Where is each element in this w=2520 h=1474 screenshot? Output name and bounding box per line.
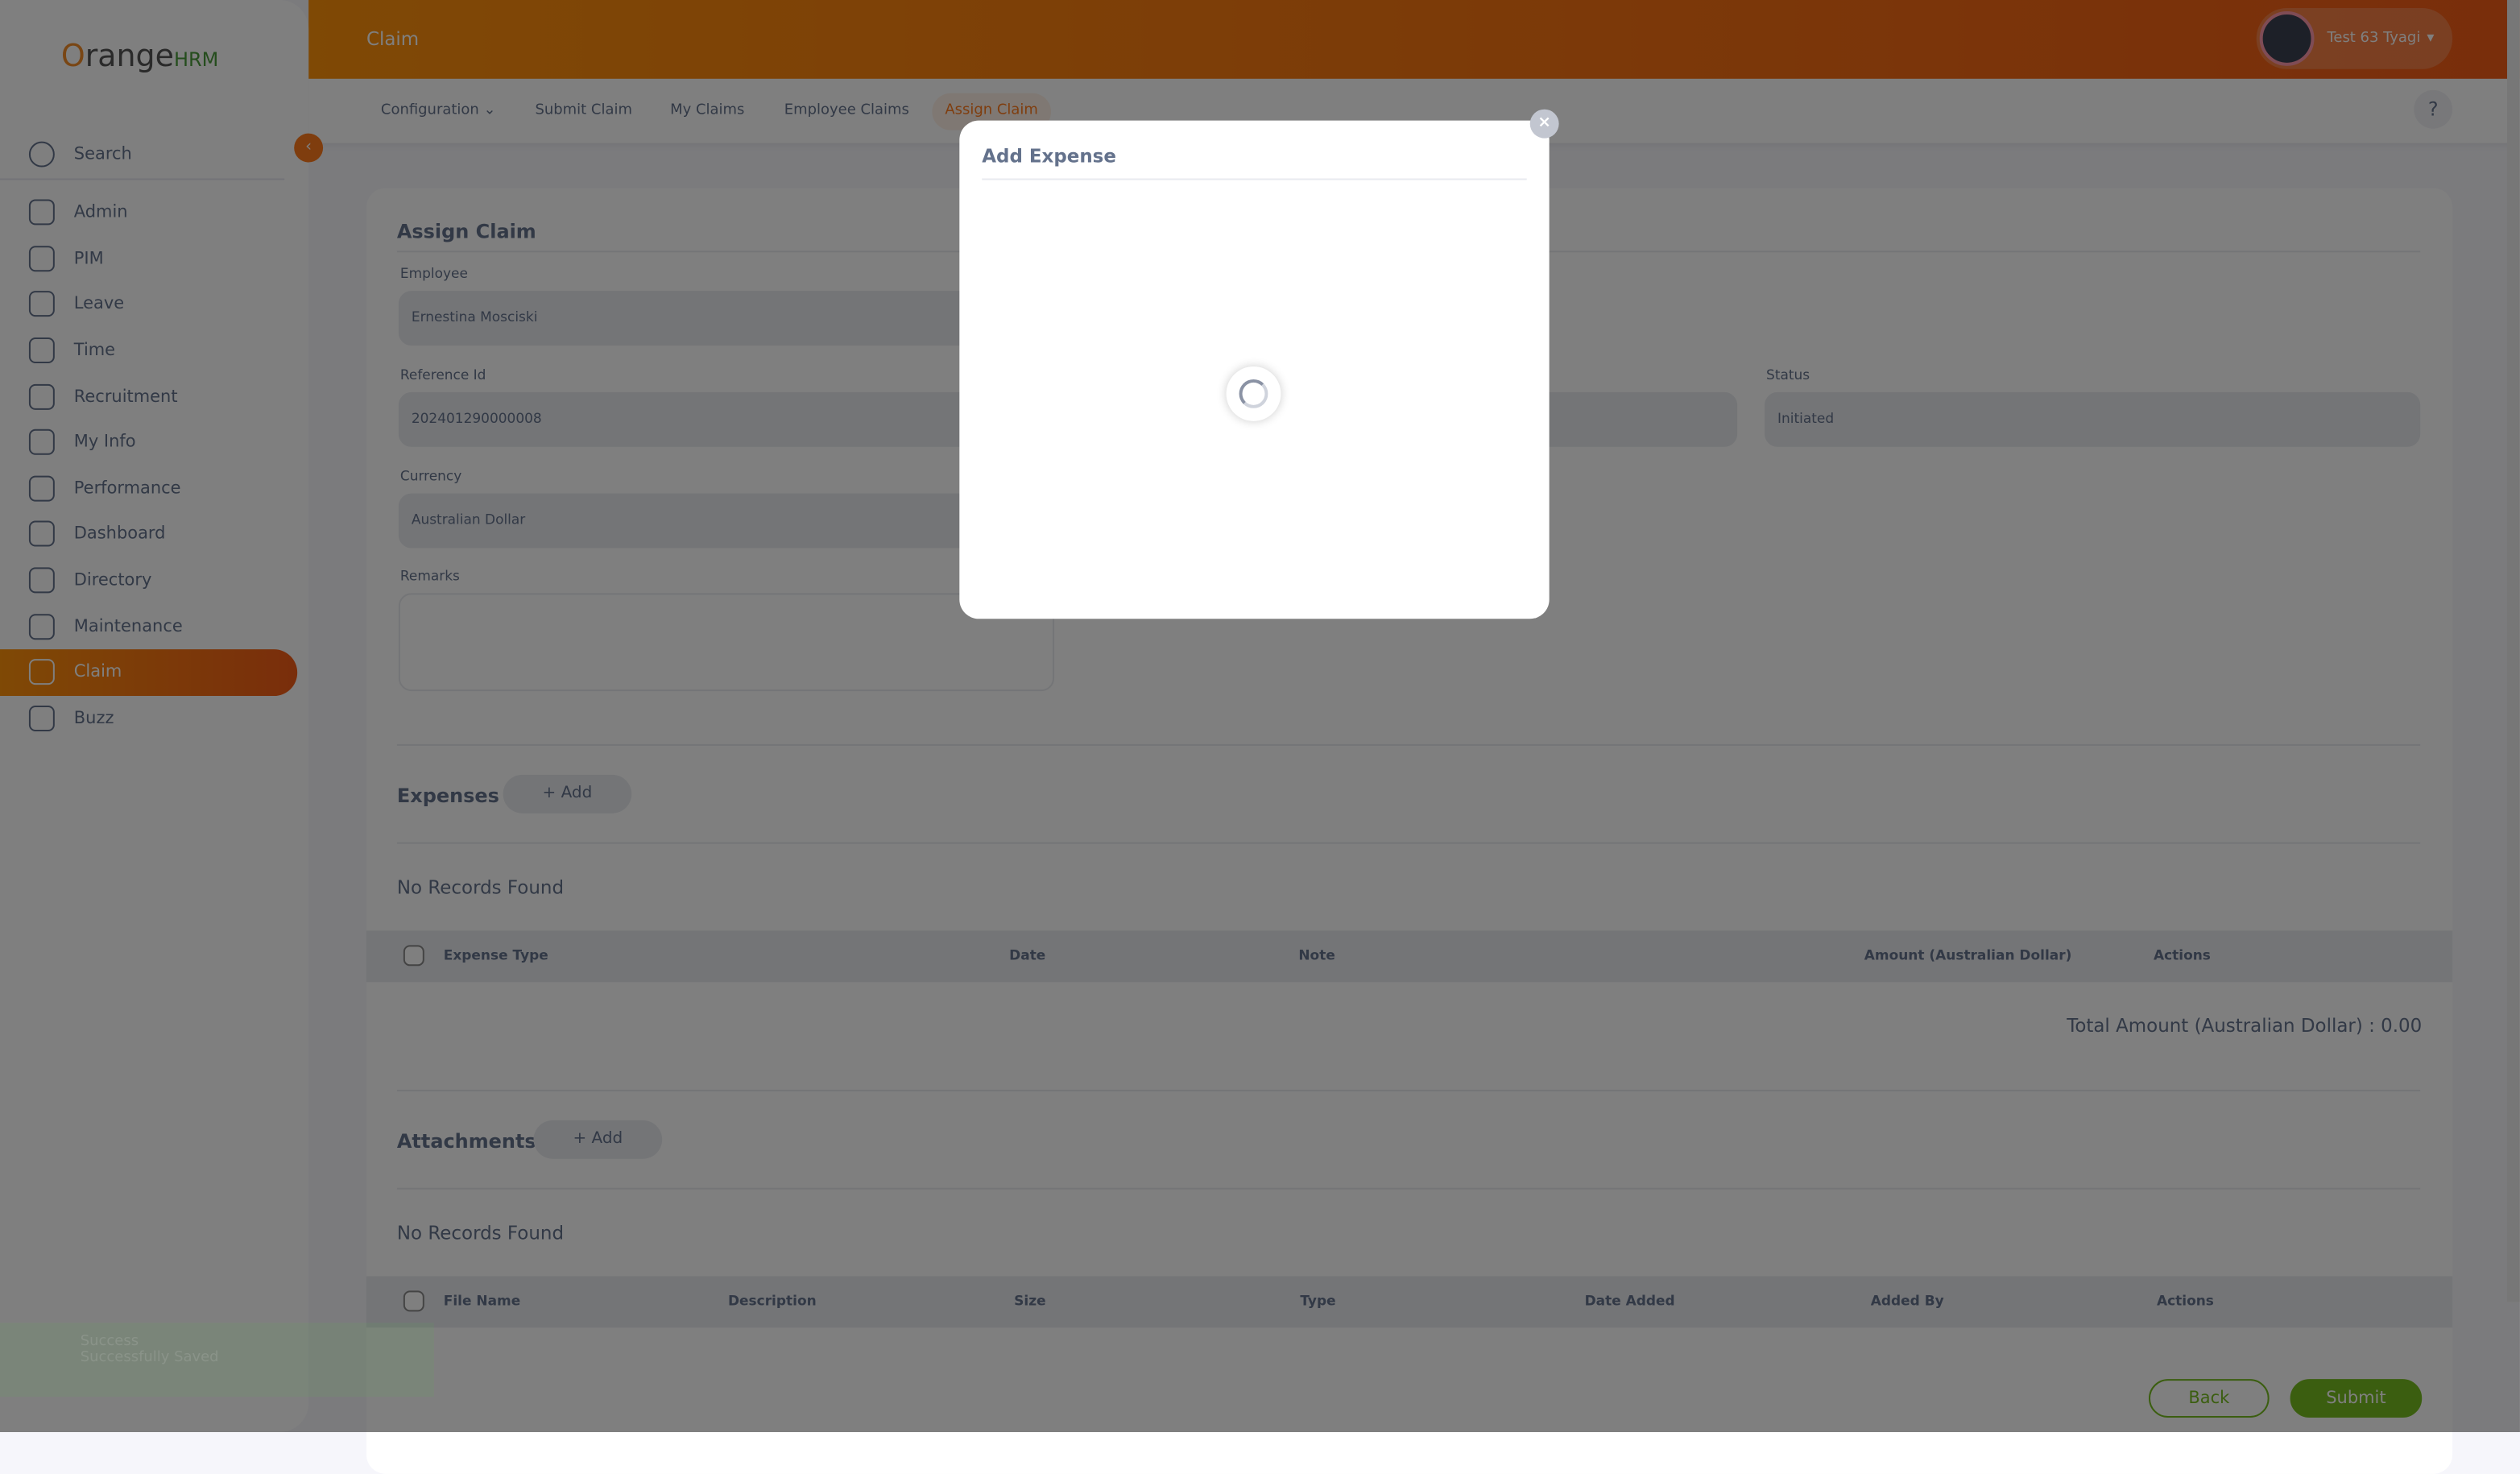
dialog-title: Add Expense — [982, 144, 1116, 168]
loading-spinner-icon — [1226, 366, 1281, 421]
divider — [982, 178, 1527, 180]
add-expense-dialog: Add Expense — [959, 120, 1550, 619]
close-dialog-button[interactable]: × — [1529, 109, 1559, 139]
success-toast: Success Successfully Saved — [0, 1323, 434, 1397]
toast-message: Successfully Saved — [80, 1350, 219, 1367]
toast-title: Success — [80, 1334, 139, 1351]
